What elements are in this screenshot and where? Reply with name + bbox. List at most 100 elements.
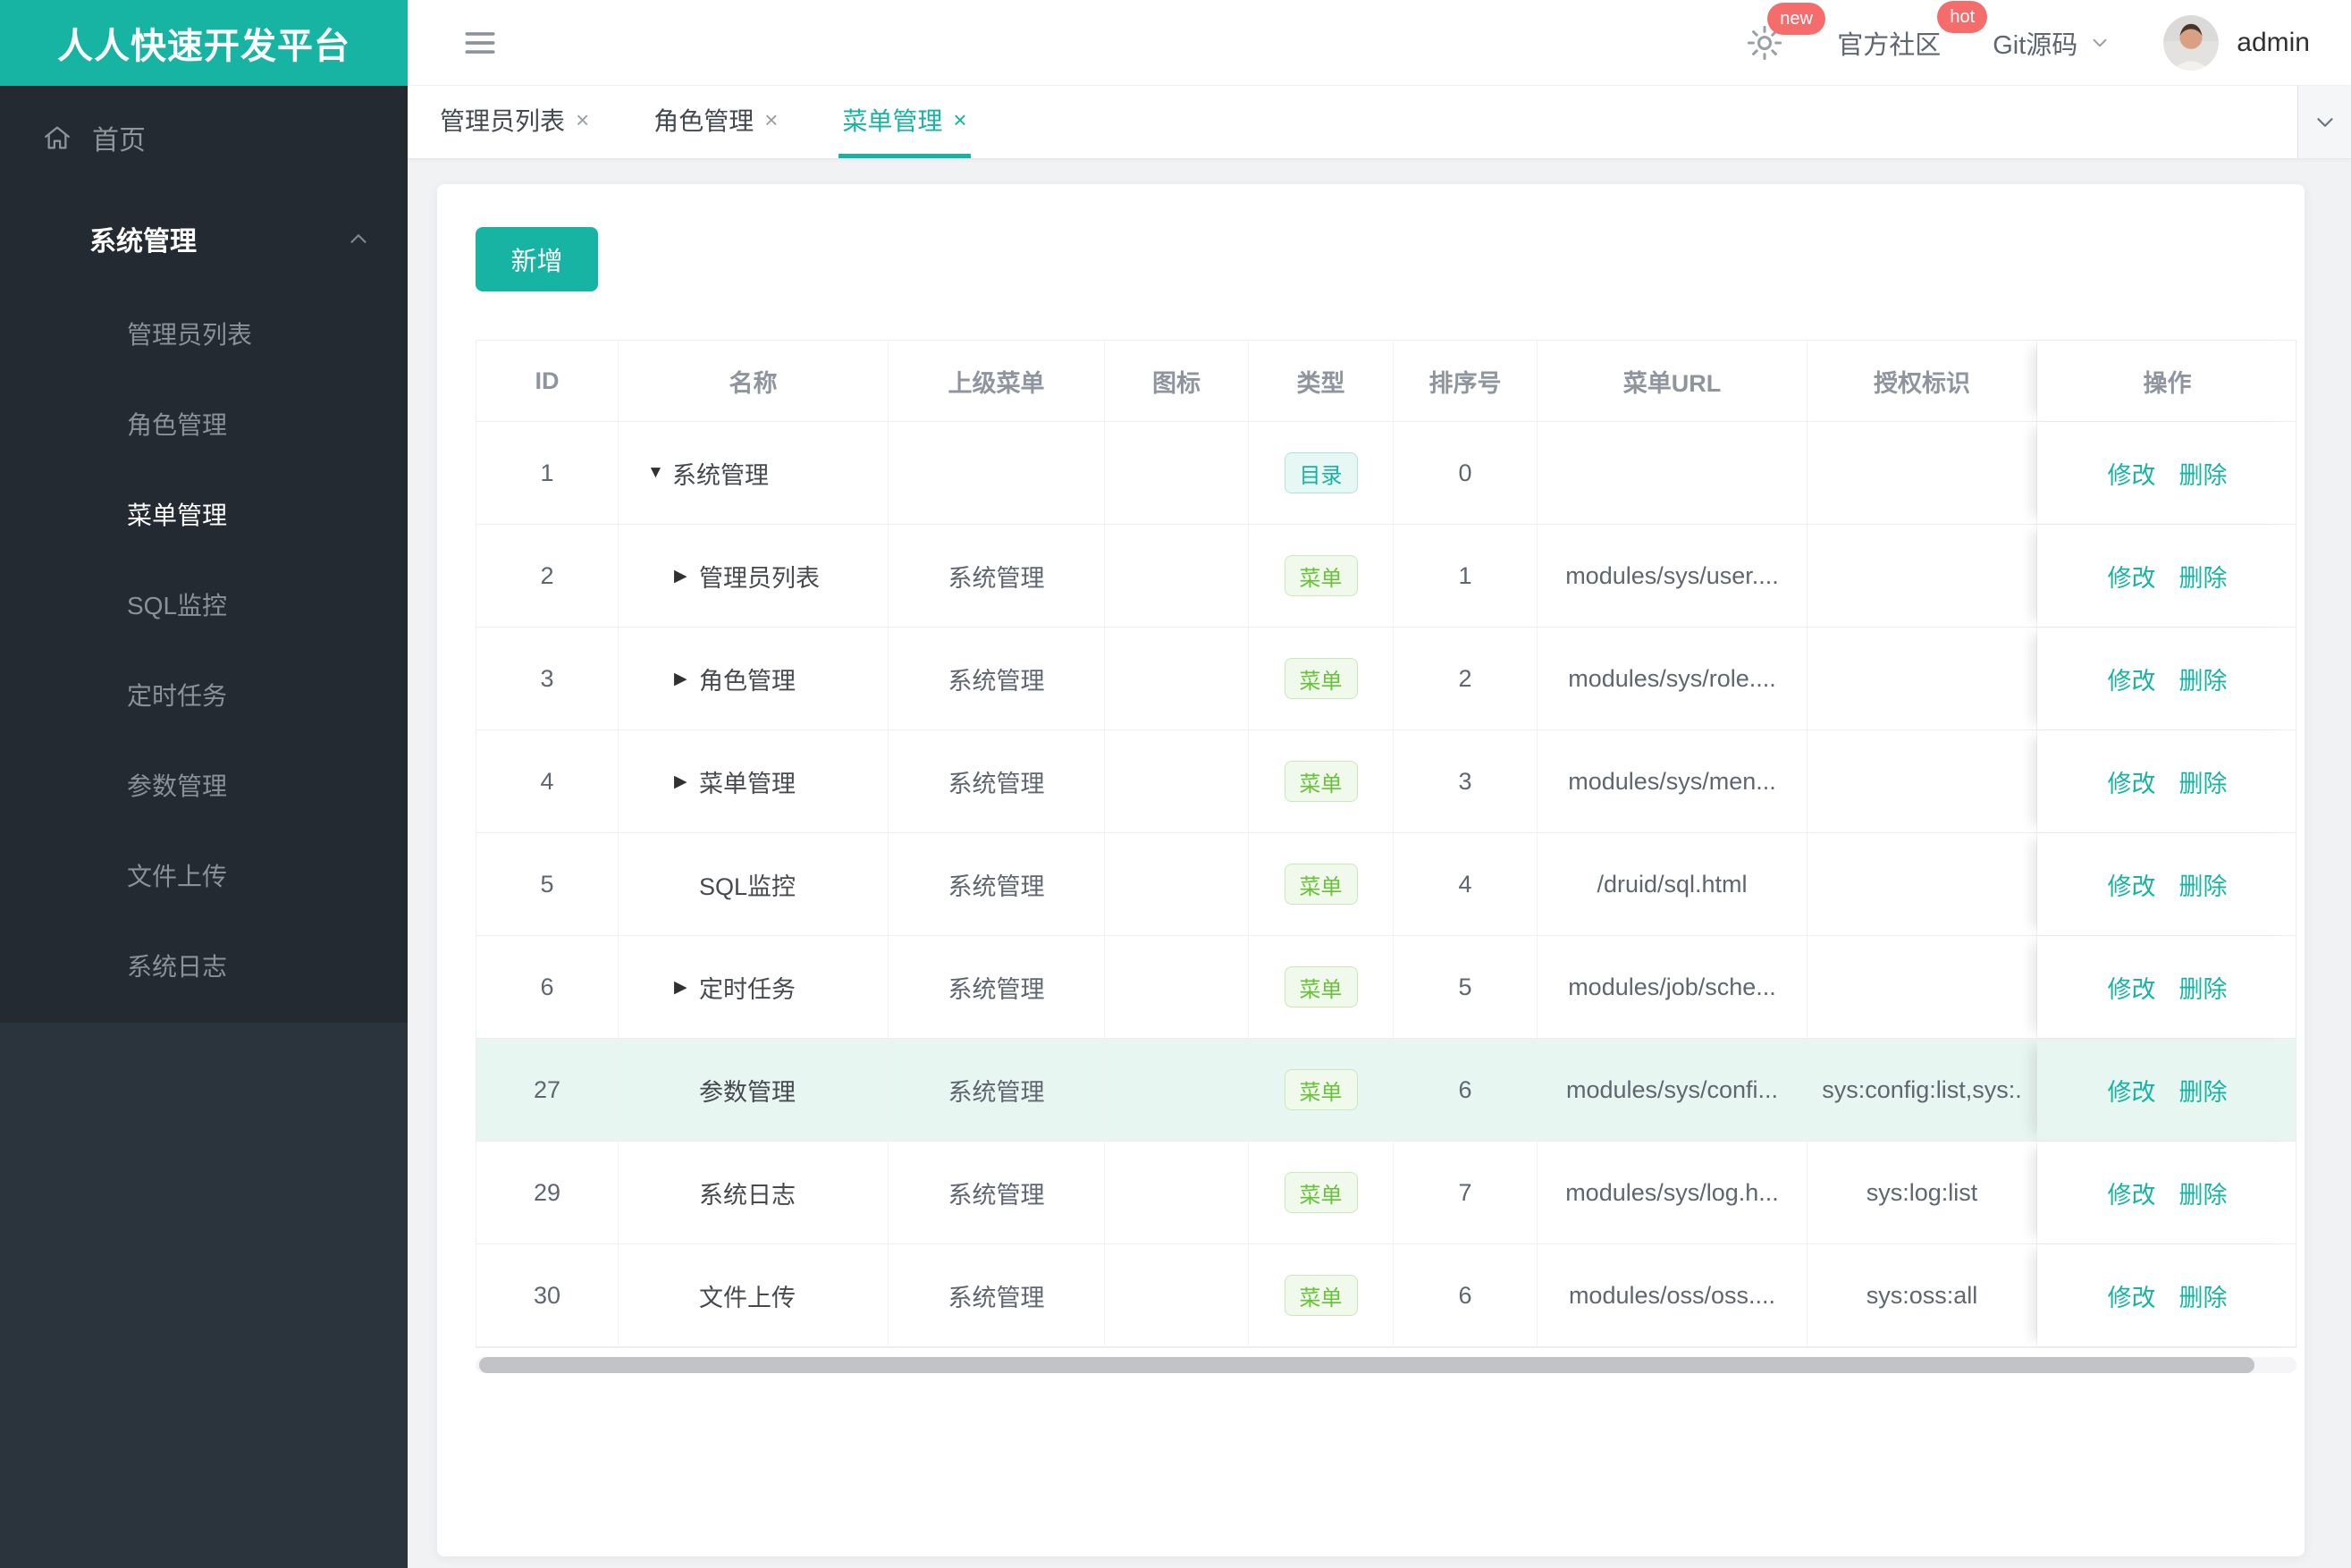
cell-parent-menu — [889, 422, 1105, 524]
tab-role-mgmt[interactable]: 角色管理 × — [650, 86, 781, 158]
delete-link[interactable]: 删除 — [2179, 1073, 2228, 1108]
menu-name: 定时任务 — [699, 975, 796, 1003]
tree-toggle-icon[interactable]: ▼ — [647, 463, 672, 483]
delete-link[interactable]: 删除 — [2179, 1278, 2228, 1313]
username: admin — [2237, 27, 2310, 57]
settings-button[interactable]: new — [1744, 2, 1825, 63]
cell-type: 目录 — [1249, 422, 1394, 524]
delete-link[interactable]: 删除 — [2179, 662, 2228, 696]
brand-title: 人人快速开发平台 — [0, 0, 408, 86]
tab-list-dropdown-button[interactable] — [2297, 86, 2351, 158]
table-row[interactable]: 2 ▶ 管理员列表 系统管理 菜单 1 modules/sys/user....… — [476, 525, 2296, 628]
tab-label: 管理员列表 — [440, 107, 566, 135]
cell-icon — [1105, 525, 1249, 627]
table-body: 1 ▼ 系统管理 目录 0 修改 删除 2 ▶ 管理员列表 系统管理 菜单 1 … — [476, 422, 2296, 1347]
community-link[interactable]: 官方社区 hot — [1837, 0, 1988, 62]
cell-id: 30 — [476, 1244, 619, 1346]
close-icon[interactable]: × — [576, 108, 589, 131]
tab-menu-mgmt[interactable]: 菜单管理 × — [838, 86, 971, 158]
sidebar-group-system[interactable]: 系统管理 — [0, 190, 408, 288]
type-badge: 菜单 — [1284, 1275, 1358, 1316]
col-header-name: 名称 — [619, 341, 889, 421]
edit-link[interactable]: 修改 — [2108, 559, 2156, 594]
edit-link[interactable]: 修改 — [2108, 456, 2156, 491]
tab-admin-list[interactable]: 管理员列表 × — [436, 86, 593, 158]
cell-type: 菜单 — [1249, 833, 1394, 935]
cell-icon — [1105, 422, 1249, 524]
cell-type: 菜单 — [1249, 1244, 1394, 1346]
sidebar-item-label: 管理员列表 — [127, 320, 253, 349]
edit-link[interactable]: 修改 — [2108, 1278, 2156, 1313]
edit-link[interactable]: 修改 — [2108, 867, 2156, 902]
hamburger-menu-icon[interactable] — [460, 23, 500, 63]
col-header-type: 类型 — [1249, 341, 1394, 421]
type-badge: 菜单 — [1284, 966, 1358, 1007]
table-row[interactable]: 30 文件上传 系统管理 菜单 6 modules/oss/oss.... sy… — [476, 1244, 2296, 1347]
table-row[interactable]: 4 ▶ 菜单管理 系统管理 菜单 3 modules/sys/men... 修改… — [476, 730, 2296, 833]
edit-link[interactable]: 修改 — [2108, 662, 2156, 696]
sidebar-item-sql-monitor[interactable]: SQL监控 — [0, 559, 408, 649]
col-header-icon: 图标 — [1105, 341, 1249, 421]
sidebar-item-home[interactable]: 首页 — [0, 86, 408, 190]
cell-type: 菜单 — [1249, 1142, 1394, 1243]
cell-actions: 修改 删除 — [2037, 936, 2297, 1038]
cell-name: ▶ 菜单管理 — [619, 730, 889, 832]
cell-menu-url: modules/sys/role.... — [1538, 628, 1807, 729]
col-header-actions: 操作 — [2037, 341, 2297, 421]
horizontal-scrollbar-track[interactable] — [476, 1357, 2296, 1373]
cell-id: 29 — [476, 1142, 619, 1243]
delete-link[interactable]: 删除 — [2179, 1176, 2228, 1210]
sidebar-item-menu-mgmt[interactable]: 菜单管理 — [0, 468, 408, 559]
table-row[interactable]: 6 ▶ 定时任务 系统管理 菜单 5 modules/job/sche... 修… — [476, 936, 2296, 1039]
edit-link[interactable]: 修改 — [2108, 764, 2156, 799]
cell-name: ▼ 系统管理 — [619, 422, 889, 524]
sidebar-item-system-log[interactable]: 系统日志 — [0, 920, 408, 1010]
cell-id: 27 — [476, 1039, 619, 1141]
table-row[interactable]: 1 ▼ 系统管理 目录 0 修改 删除 — [476, 422, 2296, 525]
tree-toggle-icon[interactable]: ▶ — [674, 771, 699, 792]
delete-link[interactable]: 删除 — [2179, 559, 2228, 594]
edit-link[interactable]: 修改 — [2108, 1176, 2156, 1210]
tree-toggle-icon[interactable]: ▶ — [674, 566, 699, 586]
edit-link[interactable]: 修改 — [2108, 970, 2156, 1005]
sidebar-item-param-mgmt[interactable]: 参数管理 — [0, 739, 408, 830]
table-row[interactable]: 27 参数管理 系统管理 菜单 6 modules/sys/confi... s… — [476, 1039, 2296, 1142]
cell-icon — [1105, 1039, 1249, 1141]
close-icon[interactable]: × — [764, 108, 778, 131]
col-header-order: 排序号 — [1394, 341, 1538, 421]
main-area: new 官方社区 hot Git源码 admin 管理员列表 × 角色管理 × … — [408, 0, 2351, 1568]
cell-perms — [1807, 730, 2037, 832]
close-icon[interactable]: × — [953, 108, 966, 131]
sidebar-item-scheduled-tasks[interactable]: 定时任务 — [0, 649, 408, 739]
sidebar-item-role-mgmt[interactable]: 角色管理 — [0, 378, 408, 468]
delete-link[interactable]: 删除 — [2179, 970, 2228, 1005]
sidebar-menu: 首页 系统管理 管理员列表 角色管理 菜单管理 SQL监控 定时任务 参数管理 … — [0, 86, 408, 1023]
edit-link[interactable]: 修改 — [2108, 1073, 2156, 1108]
cell-perms: sys:log:list — [1807, 1142, 2037, 1243]
cell-actions: 修改 删除 — [2037, 1039, 2297, 1141]
sidebar-item-admin-list[interactable]: 管理员列表 — [0, 288, 408, 378]
git-source-link[interactable]: Git源码 — [1993, 24, 2111, 62]
cell-order: 1 — [1394, 525, 1538, 627]
table-row[interactable]: 5 SQL监控 系统管理 菜单 4 /druid/sql.html 修改 删除 — [476, 833, 2296, 936]
cell-parent-menu: 系统管理 — [889, 525, 1105, 627]
cell-actions: 修改 删除 — [2037, 1142, 2297, 1243]
delete-link[interactable]: 删除 — [2179, 456, 2228, 491]
horizontal-scrollbar-thumb[interactable] — [479, 1357, 2254, 1373]
add-button[interactable]: 新增 — [476, 227, 598, 291]
delete-link[interactable]: 删除 — [2179, 867, 2228, 902]
table-row[interactable]: 29 系统日志 系统管理 菜单 7 modules/sys/log.h... s… — [476, 1142, 2296, 1244]
cell-id: 4 — [476, 730, 619, 832]
table-row[interactable]: 3 ▶ 角色管理 系统管理 菜单 2 modules/sys/role.... … — [476, 628, 2296, 730]
cell-actions: 修改 删除 — [2037, 628, 2297, 729]
tree-toggle-icon[interactable]: ▶ — [674, 669, 699, 689]
chevron-up-icon — [350, 234, 367, 243]
user-menu[interactable]: admin — [2163, 14, 2310, 71]
cell-perms: sys:oss:all — [1807, 1244, 2037, 1346]
delete-link[interactable]: 删除 — [2179, 764, 2228, 799]
sidebar-item-file-upload[interactable]: 文件上传 — [0, 830, 408, 920]
cell-name: 文件上传 — [619, 1244, 889, 1346]
cell-id: 5 — [476, 833, 619, 935]
tree-toggle-icon[interactable]: ▶ — [674, 977, 699, 998]
cell-menu-url: modules/sys/log.h... — [1538, 1142, 1807, 1243]
